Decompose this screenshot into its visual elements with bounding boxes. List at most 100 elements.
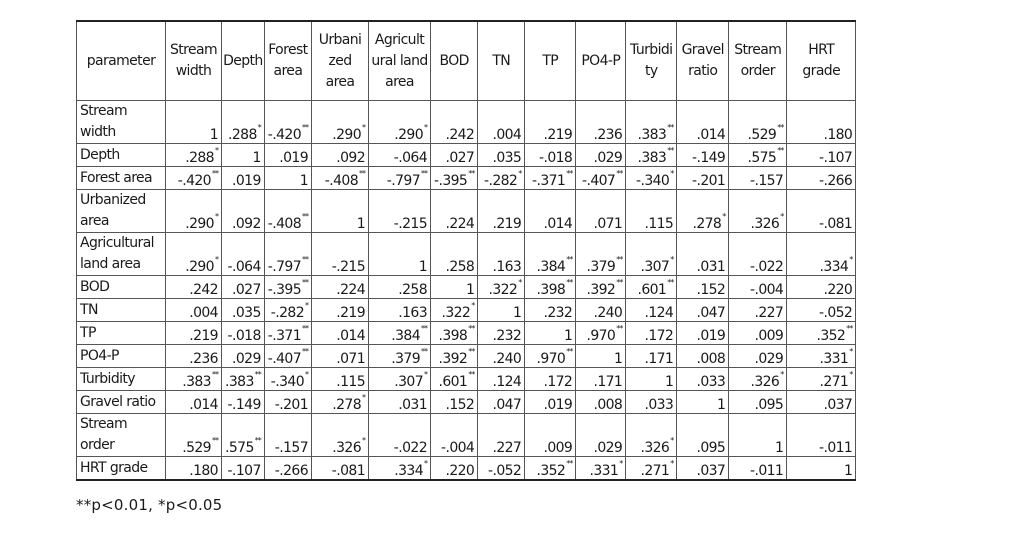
correlation-cell: .071 bbox=[311, 344, 370, 368]
correlation-value: .352 bbox=[816, 328, 846, 344]
correlation-value: -.215 bbox=[393, 216, 428, 232]
correlation-cell: .970** bbox=[575, 321, 627, 345]
correlation-value: .004 bbox=[189, 305, 218, 321]
correlation-cell: .124 bbox=[625, 298, 678, 322]
correlation-value: .115 bbox=[644, 216, 674, 232]
correlation-value: -.407 bbox=[582, 173, 616, 189]
correlation-value: .219 bbox=[189, 328, 218, 344]
correlation-value: .029 bbox=[593, 150, 623, 166]
correlation-value: 1 bbox=[252, 150, 261, 166]
correlation-cell: .092 bbox=[221, 189, 265, 233]
correlation-value: .019 bbox=[279, 150, 309, 166]
significance-marker: * bbox=[849, 255, 853, 264]
correlation-cell: -.107 bbox=[221, 456, 265, 481]
correlation-cell: .236 bbox=[165, 344, 222, 368]
table-row: Turbidity .383** .383** -.340* .115.307* .601… bbox=[76, 367, 857, 391]
correlation-value: .014 bbox=[189, 397, 218, 413]
table-row: Gravel ratio .014 -.149 -.201.278* .031.152.… bbox=[76, 390, 857, 414]
correlation-value: -.157 bbox=[750, 173, 784, 189]
correlation-cell: .019 bbox=[524, 390, 577, 414]
correlation-cell: .258 bbox=[430, 232, 479, 276]
significance-marker: ** bbox=[468, 370, 475, 379]
correlation-value: .271 bbox=[819, 374, 849, 390]
correlation-value: .071 bbox=[336, 351, 366, 367]
significance-marker: ** bbox=[302, 212, 309, 221]
correlation-value: .398 bbox=[536, 282, 566, 298]
correlation-cell: .219 bbox=[477, 189, 526, 233]
correlation-cell: -.395** bbox=[263, 275, 313, 299]
significance-marker: * bbox=[518, 169, 522, 178]
correlation-cell: -.266 bbox=[263, 456, 313, 481]
header-row: parameter Stream width Depth Forest area Urb… bbox=[76, 20, 857, 101]
correlation-cell: .236 bbox=[575, 100, 627, 144]
significance-marker: ** bbox=[616, 324, 623, 333]
correlation-value: .384 bbox=[536, 259, 566, 275]
correlation-value: .970 bbox=[586, 328, 616, 344]
correlation-cell: .240 bbox=[575, 298, 627, 322]
correlation-value: .004 bbox=[492, 127, 522, 143]
column-header: TP bbox=[524, 20, 577, 101]
significance-marker: ** bbox=[212, 169, 219, 178]
significance-marker: * bbox=[780, 370, 784, 379]
correlation-cell: .171 bbox=[625, 344, 678, 368]
correlation-cell: .033 bbox=[676, 367, 730, 391]
correlation-value: .601 bbox=[637, 282, 667, 298]
correlation-value: .219 bbox=[492, 216, 522, 232]
correlation-value: .095 bbox=[696, 440, 726, 456]
correlation-value: .326 bbox=[332, 440, 362, 456]
correlation-cell: -.157 bbox=[728, 166, 788, 190]
correlation-cell: -.408** bbox=[263, 189, 313, 233]
correlation-value: -.064 bbox=[393, 150, 428, 166]
correlation-cell: .171 bbox=[575, 367, 627, 391]
column-header: TN bbox=[477, 20, 526, 101]
correlation-cell: .004 bbox=[477, 100, 526, 144]
significance-marker: * bbox=[305, 370, 309, 379]
correlation-cell: .029 bbox=[575, 143, 627, 167]
correlation-value: .008 bbox=[593, 397, 623, 413]
correlation-cell: .307* bbox=[625, 232, 678, 276]
correlation-cell: -.407** bbox=[575, 166, 627, 190]
significance-marker: ** bbox=[302, 123, 309, 132]
significance-marker: ** bbox=[468, 169, 475, 178]
correlation-value: -.149 bbox=[692, 150, 726, 166]
correlation-cell: .220 bbox=[786, 275, 857, 299]
correlation-cell: .219 bbox=[165, 321, 222, 345]
correlation-cell: .095 bbox=[676, 413, 730, 457]
correlation-value: -.107 bbox=[819, 150, 853, 166]
correlation-value: .575 bbox=[225, 440, 254, 456]
correlation-cell: .019 bbox=[263, 143, 313, 167]
correlation-value: .258 bbox=[398, 282, 428, 298]
significance-marker: ** bbox=[468, 347, 475, 356]
correlation-cell: .278* bbox=[676, 189, 730, 233]
correlation-cell: .095 bbox=[728, 390, 788, 414]
correlation-cell: .278* bbox=[311, 390, 370, 414]
correlation-cell: 1 bbox=[311, 189, 370, 233]
significance-marker: ** bbox=[421, 169, 428, 178]
significance-marker: * bbox=[670, 436, 674, 445]
row-label: BOD bbox=[76, 275, 166, 299]
correlation-cell: .322* bbox=[430, 298, 479, 322]
correlation-cell: .970** bbox=[524, 344, 577, 368]
correlation-cell: -.215 bbox=[311, 232, 370, 276]
correlation-cell: -.157 bbox=[263, 413, 313, 457]
correlation-value: -.340 bbox=[636, 173, 670, 189]
correlation-cell: 1 bbox=[165, 100, 222, 144]
correlation-value: .288 bbox=[185, 150, 214, 166]
significance-marker: ** bbox=[254, 370, 262, 379]
correlation-value: .529 bbox=[182, 440, 211, 456]
significance-marker: * bbox=[362, 393, 366, 402]
correlation-cell: .384** bbox=[368, 321, 432, 345]
correlation-value: .232 bbox=[492, 328, 522, 344]
correlation-cell: -.081 bbox=[786, 189, 857, 233]
correlation-cell: .529** bbox=[728, 100, 788, 144]
correlation-value: .224 bbox=[445, 216, 475, 232]
correlation-value: .163 bbox=[492, 259, 522, 275]
correlation-cell: .092 bbox=[311, 143, 370, 167]
correlation-cell: 1 bbox=[676, 390, 730, 414]
correlation-value: -.081 bbox=[819, 216, 853, 232]
correlation-cell: -.018 bbox=[524, 143, 577, 167]
row-label: Urbanized area bbox=[76, 189, 166, 233]
correlation-cell: .326* bbox=[728, 367, 788, 391]
correlation-value: .031 bbox=[398, 397, 428, 413]
correlation-value: .027 bbox=[445, 150, 475, 166]
